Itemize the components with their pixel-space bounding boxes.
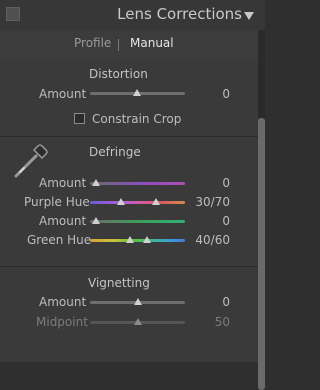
tab-manual[interactable]: Manual (130, 36, 174, 50)
defringe-green-hue-slider[interactable] (90, 236, 185, 243)
defringe-purple-hue-value[interactable]: 30/70 (195, 195, 230, 209)
defringe-green-amount-label: Amount (39, 214, 87, 228)
section-title-vignetting: Vignetting (88, 276, 150, 290)
defringe-purple-amount-value[interactable]: 0 (222, 176, 230, 190)
vignetting-amount-slider[interactable] (90, 298, 185, 305)
vignetting-midpoint-slider-thumb[interactable] (134, 318, 142, 325)
vignetting-amount-slider-thumb[interactable] (134, 298, 142, 305)
defringe-green-hue-slider-thumb-right[interactable] (143, 236, 151, 243)
defringe-purple-hue-slider-thumb-left[interactable] (117, 198, 125, 205)
defringe-purple-amount-slider-thumb[interactable] (92, 179, 100, 186)
defringe-purple-hue-label: Purple Hue (24, 195, 90, 209)
defringe-purple-hue-slider[interactable] (90, 198, 185, 205)
tab-profile[interactable]: Profile (74, 36, 111, 50)
defringe-purple-amount-slider[interactable] (90, 179, 185, 186)
constrain-crop-label: Constrain Crop (92, 112, 182, 126)
constrain-crop-checkbox[interactable] (74, 113, 85, 124)
defringe-purple-amount-label: Amount (39, 176, 87, 190)
vignetting-midpoint-slider[interactable] (90, 318, 185, 325)
panel-checkbox-icon[interactable] (6, 7, 20, 21)
vignetting-amount-label: Amount (39, 295, 87, 309)
triangle-down-icon[interactable] (244, 12, 254, 20)
defringe-purple-hue-slider-thumb-right[interactable] (152, 198, 160, 205)
tab-separator (118, 39, 119, 51)
panel-header[interactable]: Lens Corrections (0, 0, 265, 31)
section-title-distortion: Distortion (89, 67, 148, 81)
eyedropper-icon[interactable] (12, 140, 52, 180)
distortion-amount-label: Amount (39, 87, 87, 101)
defringe-green-amount-slider-thumb[interactable] (92, 217, 100, 224)
lens-corrections-panel: Lens Corrections Profile Manual Distorti… (0, 0, 265, 390)
tab-bar: Profile Manual (0, 30, 265, 60)
defringe-green-hue-value[interactable]: 40/60 (195, 233, 230, 247)
panel-title: Lens Corrections (117, 5, 242, 23)
distortion-amount-value[interactable]: 0 (222, 87, 230, 101)
scrollbar-thumb[interactable] (258, 118, 265, 390)
section-divider (0, 266, 258, 267)
scrollbar[interactable] (258, 30, 265, 390)
section-divider (0, 136, 258, 137)
vignetting-midpoint-label: Midpoint (36, 315, 88, 329)
vignetting-amount-value[interactable]: 0 (222, 295, 230, 309)
distortion-amount-slider[interactable] (90, 89, 185, 96)
defringe-green-amount-slider[interactable] (90, 217, 185, 224)
vignetting-midpoint-value[interactable]: 50 (215, 315, 230, 329)
defringe-green-hue-slider-thumb-left[interactable] (126, 236, 134, 243)
distortion-amount-slider-thumb[interactable] (133, 89, 141, 96)
defringe-green-amount-value[interactable]: 0 (222, 214, 230, 228)
section-title-defringe: Defringe (89, 145, 141, 159)
defringe-green-hue-label: Green Hue (27, 233, 92, 247)
